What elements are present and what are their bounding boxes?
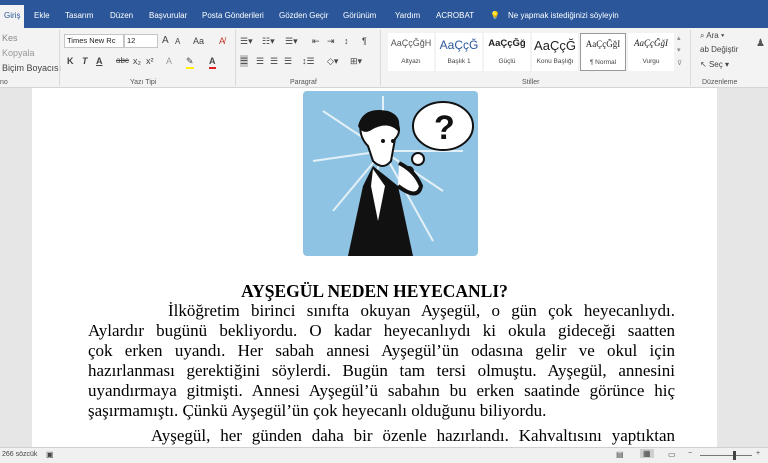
multilevel-list-icon[interactable]: ☰▾: [285, 35, 298, 47]
italic-button[interactable]: T: [82, 55, 88, 67]
tell-me-box[interactable]: Ne yapmak istediğinizi söyleyin: [508, 7, 619, 25]
text-line: Aylardır bugünü bekliyordu. O kadar heye…: [88, 321, 675, 340]
styles-scroll-down-icon[interactable]: ▾: [677, 45, 681, 57]
sort-icon[interactable]: ↕: [344, 35, 349, 47]
style-strong[interactable]: AaÇçĞğ Güçlü: [484, 33, 530, 71]
numbering-icon[interactable]: ☷▾: [262, 35, 275, 47]
highlight-icon[interactable]: ✎: [186, 55, 194, 69]
divider: [690, 30, 691, 86]
tab-references[interactable]: Başvurular: [149, 7, 187, 25]
text-line: çok erken uyandı. Her sabah annesi Ayşeg…: [88, 341, 675, 360]
lightbulb-icon: 💡: [490, 11, 500, 20]
font-group-label: Yazı Tipi: [130, 79, 157, 86]
tab-acrobat[interactable]: ACROBAT: [436, 7, 474, 25]
tab-mailings[interactable]: Posta Gönderileri: [202, 7, 264, 25]
select-button[interactable]: ↖ Seç ▾: [700, 59, 729, 71]
tab-design[interactable]: Tasarım: [65, 7, 93, 25]
change-case-button[interactable]: Aa: [193, 35, 204, 47]
styles-scroll-up-icon[interactable]: ▴: [677, 33, 681, 45]
editing-group-label: Düzenleme: [702, 79, 738, 86]
style-title[interactable]: AaÇçĞ Konu Başlığı: [532, 33, 578, 71]
document-area: ? AYŞEGÜL NEDEN HEYECANLI? İlköğretim bi…: [0, 88, 768, 447]
thinking-person-picture[interactable]: ?: [303, 91, 478, 256]
replace-button[interactable]: ab Değiştir: [700, 44, 738, 56]
style-normal[interactable]: AaÇçĞğI ¶ Normal: [580, 33, 626, 71]
shrink-font-button[interactable]: A: [175, 36, 180, 48]
account-icon[interactable]: ♟: [756, 38, 765, 50]
bold-button[interactable]: K: [67, 55, 74, 67]
styles-group-label: Stiller: [522, 79, 540, 86]
proofing-icon[interactable]: ▣: [46, 450, 54, 459]
align-center-icon[interactable]: ☰: [256, 55, 264, 67]
font-name-dropdown[interactable]: Times New Rc: [64, 34, 124, 48]
format-painter-button[interactable]: Biçim Boyacısı: [2, 62, 61, 74]
justify-icon[interactable]: ☰: [284, 55, 292, 67]
strikethrough-button[interactable]: abc: [116, 55, 129, 67]
increase-indent-icon[interactable]: ⇥: [327, 35, 335, 47]
style-emphasis[interactable]: AaÇçĞğI Vurgu: [628, 33, 674, 71]
replace-icon: ab: [700, 45, 709, 54]
document-page[interactable]: ? AYŞEGÜL NEDEN HEYECANLI? İlköğretim bi…: [32, 88, 717, 447]
text-line: uyandırmaya gitmişti. Annesi Ayşegül’ü s…: [88, 381, 675, 400]
tab-view[interactable]: Görünüm: [343, 7, 376, 25]
question-mark: ?: [434, 109, 455, 147]
divider: [59, 30, 60, 86]
copy-button[interactable]: Kopyala: [2, 47, 35, 59]
decrease-indent-icon[interactable]: ⇤: [312, 35, 320, 47]
superscript-button[interactable]: x²: [146, 55, 154, 67]
borders-icon[interactable]: ⊞▾: [350, 55, 362, 67]
pilcrow-icon[interactable]: ¶: [362, 35, 367, 47]
style-heading1[interactable]: AaÇçĞ Başlık 1: [436, 33, 482, 71]
tab-home[interactable]: Giriş: [0, 5, 25, 28]
paragraph-group-label: Paragraf: [290, 79, 317, 86]
divider: [235, 30, 236, 86]
print-layout-icon[interactable]: ▦: [640, 449, 654, 458]
text-line: İlköğretim birinci sınıfta okuyan Ayşegü…: [168, 301, 675, 320]
search-icon: ⌕: [700, 31, 705, 40]
document-title: AYŞEGÜL NEDEN HEYECANLI?: [241, 281, 508, 301]
shading-icon[interactable]: ◇▾: [327, 55, 338, 67]
web-layout-icon[interactable]: ▭: [668, 450, 676, 459]
bullets-icon[interactable]: ☰▾: [240, 35, 253, 47]
status-bar: 266 sözcük ▣ ▤ ▦ ▭ − +: [0, 447, 768, 463]
word-count[interactable]: 266 sözcük: [2, 451, 37, 458]
underline-button[interactable]: A: [96, 55, 103, 67]
style-subtitle[interactable]: AaÇçĞğH Altyazı: [388, 33, 434, 71]
cut-button[interactable]: Kes: [2, 32, 18, 44]
text-line: hazırlanması gerektiğini söylerdi. Bugün…: [88, 361, 675, 380]
tab-help[interactable]: Yardım: [395, 7, 420, 25]
tab-insert[interactable]: Ekle: [34, 7, 50, 25]
font-color-icon[interactable]: A: [209, 55, 216, 69]
styles-more-icon[interactable]: ⊽: [677, 58, 682, 70]
zoom-in-icon[interactable]: +: [756, 450, 760, 457]
font-size-dropdown[interactable]: 12: [124, 34, 158, 48]
tab-layout[interactable]: Düzen: [110, 7, 133, 25]
zoom-slider-thumb[interactable]: [733, 451, 736, 460]
align-right-icon[interactable]: ☰: [270, 55, 278, 67]
grow-font-button[interactable]: A: [162, 35, 169, 47]
clipboard-group-label: no: [0, 79, 8, 86]
read-mode-icon[interactable]: ▤: [616, 450, 624, 459]
zoom-slider[interactable]: [700, 455, 752, 456]
cursor-icon: ↖: [700, 60, 707, 69]
ribbon: Kes Kopyala Biçim Boyacısı no Times New …: [0, 28, 768, 88]
line-spacing-icon[interactable]: ↕☰: [302, 55, 315, 67]
tab-review[interactable]: Gözden Geçir: [279, 7, 328, 25]
zoom-out-icon[interactable]: −: [688, 450, 692, 457]
ribbon-tab-bar: Giriş Ekle Tasarım Düzen Başvurular Post…: [0, 0, 768, 28]
text-line: şaşırmamıştı. Çünkü Ayşegül’ün çok heyec…: [88, 401, 547, 420]
subscript-button[interactable]: x₂: [133, 55, 141, 67]
text-line: Ayşegül, her günden daha bir özenle hazı…: [151, 426, 675, 445]
divider: [380, 30, 381, 86]
text-effects-icon[interactable]: A: [166, 55, 172, 67]
find-button[interactable]: ⌕ Ara ▾: [700, 30, 724, 42]
clear-formatting-icon[interactable]: A̸: [219, 35, 225, 47]
align-left-icon[interactable]: ☰: [240, 55, 249, 67]
